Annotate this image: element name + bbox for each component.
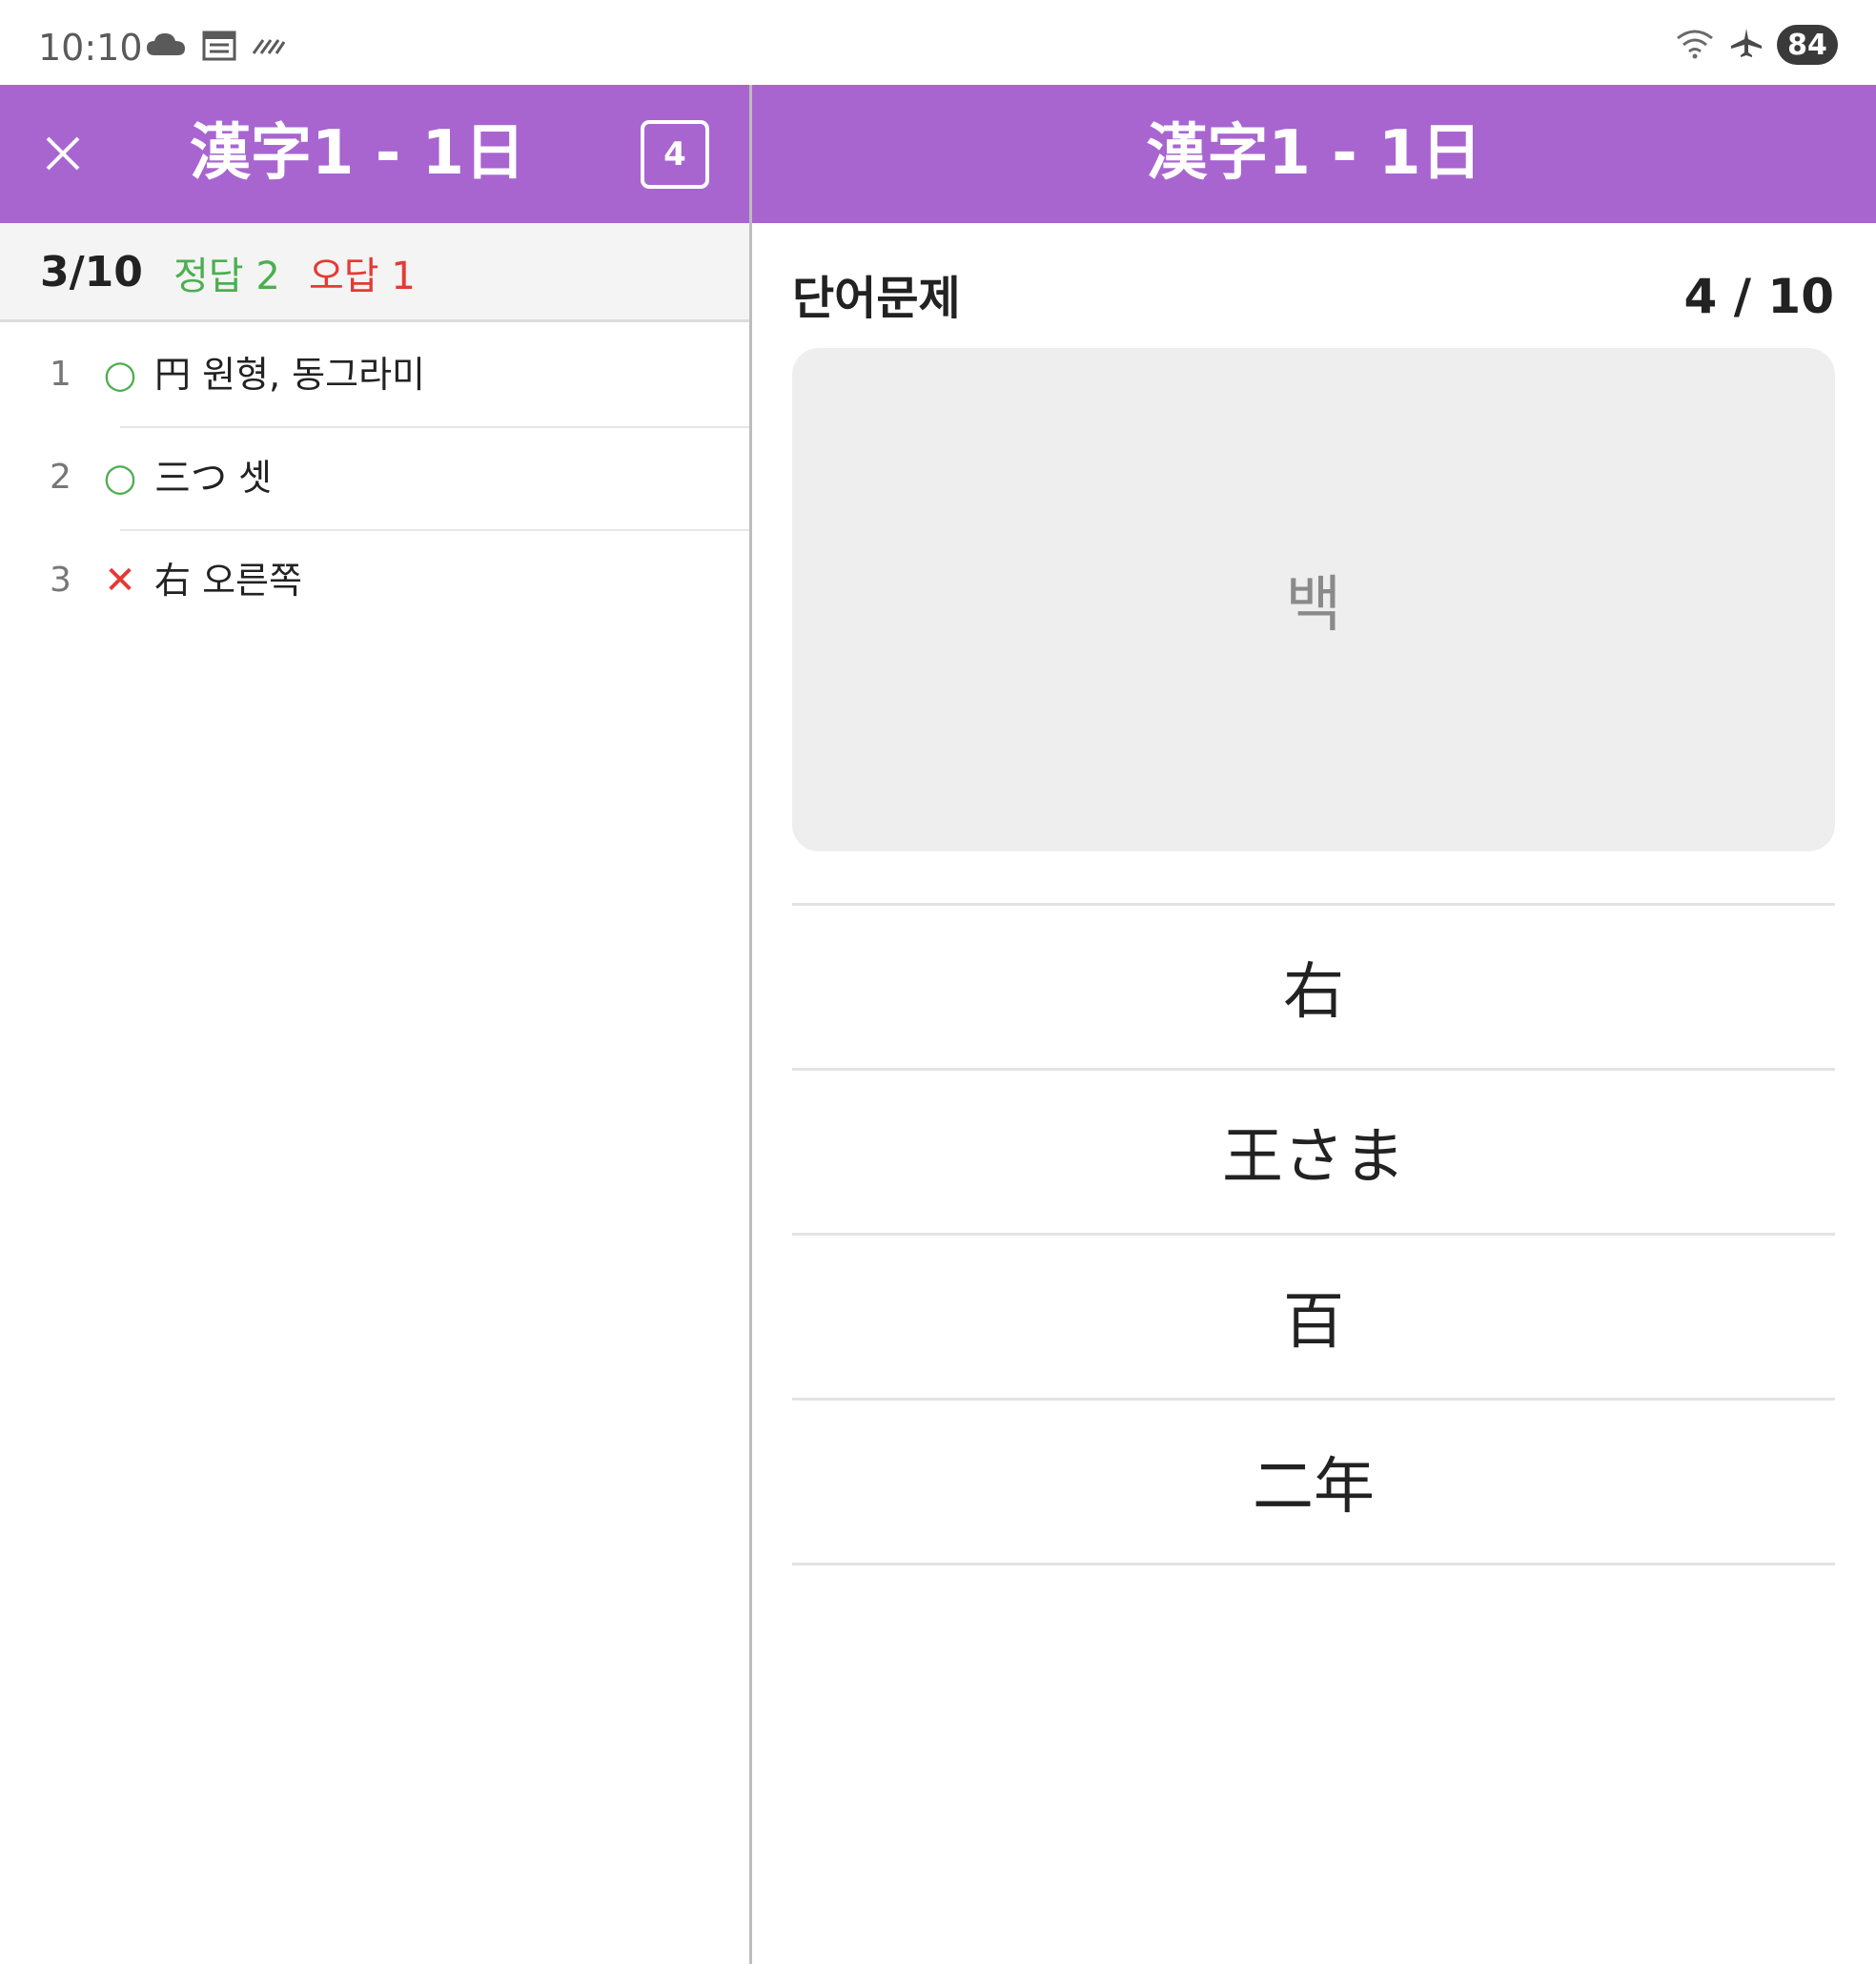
status-time: 10:10 bbox=[38, 27, 143, 69]
answer-option-1[interactable]: 右 bbox=[792, 906, 1835, 1071]
history-item-number: 2 bbox=[50, 458, 71, 497]
score-bar: 3/10 정답 2 오답 1 bbox=[0, 223, 749, 322]
history-item[interactable]: 1 ○ 円 원형, 동그라미 bbox=[0, 325, 749, 428]
correct-circle-icon: ○ bbox=[103, 456, 137, 500]
quiz-panel: 漢字1 - 1日 단어문제 4 / 10 백 右 王さま 百 二年 bbox=[752, 85, 1876, 1964]
answer-option-3[interactable]: 百 bbox=[792, 1236, 1835, 1401]
score-progress: 3/10 bbox=[40, 248, 143, 297]
battery-badge: 84 bbox=[1777, 25, 1838, 65]
sync-stripes-icon bbox=[252, 34, 286, 59]
right-page-title: 漢字1 - 1日 bbox=[1146, 118, 1482, 189]
wrong-cross-icon: ✕ bbox=[104, 559, 136, 603]
left-page-title: 漢字1 - 1日 bbox=[189, 118, 526, 189]
history-list: 1 ○ 円 원형, 동그라미 2 ○ 三つ 셋 3 ✕ 右 오른쪽 bbox=[0, 325, 749, 634]
question-word: 백 bbox=[1285, 570, 1342, 641]
history-item[interactable]: 3 ✕ 右 오른쪽 bbox=[0, 531, 749, 634]
count-badge-button[interactable]: 4 bbox=[641, 120, 709, 189]
status-right-icons: 84 bbox=[1674, 25, 1838, 65]
question-card: 백 bbox=[792, 348, 1835, 851]
correct-circle-icon: ○ bbox=[103, 353, 137, 397]
score-correct-count: 정답 2 bbox=[173, 255, 280, 298]
right-app-bar: 漢字1 - 1日 bbox=[752, 85, 1876, 223]
history-item-number: 1 bbox=[50, 355, 71, 394]
close-button[interactable] bbox=[36, 127, 90, 180]
history-panel: 漢字1 - 1日 4 3/10 정답 2 오답 1 1 ○ 円 원형, 동그라미… bbox=[0, 85, 749, 1964]
question-type-label: 단어문제 bbox=[792, 272, 961, 325]
answer-options: 右 王さま 百 二年 bbox=[792, 903, 1835, 1565]
close-icon bbox=[46, 136, 80, 171]
history-item-text: 右 오른쪽 bbox=[154, 560, 302, 602]
history-item[interactable]: 2 ○ 三つ 셋 bbox=[0, 428, 749, 531]
status-bar: 10:10 84 bbox=[0, 0, 1876, 85]
history-item-text: 円 원형, 동그라미 bbox=[154, 354, 425, 396]
score-wrong-count: 오답 1 bbox=[309, 255, 416, 298]
left-app-bar: 漢字1 - 1日 4 bbox=[0, 85, 749, 223]
answer-option-4[interactable]: 二年 bbox=[792, 1401, 1835, 1565]
cloud-icon bbox=[145, 31, 187, 63]
history-item-text: 三つ 셋 bbox=[154, 457, 273, 499]
wifi-icon bbox=[1674, 27, 1716, 63]
answer-option-2[interactable]: 王さま bbox=[792, 1071, 1835, 1236]
status-left-icons bbox=[145, 29, 286, 65]
calendar-icon bbox=[202, 29, 236, 65]
airplane-icon bbox=[1729, 27, 1764, 63]
question-counter: 4 / 10 bbox=[1683, 269, 1834, 324]
history-item-number: 3 bbox=[50, 561, 71, 600]
